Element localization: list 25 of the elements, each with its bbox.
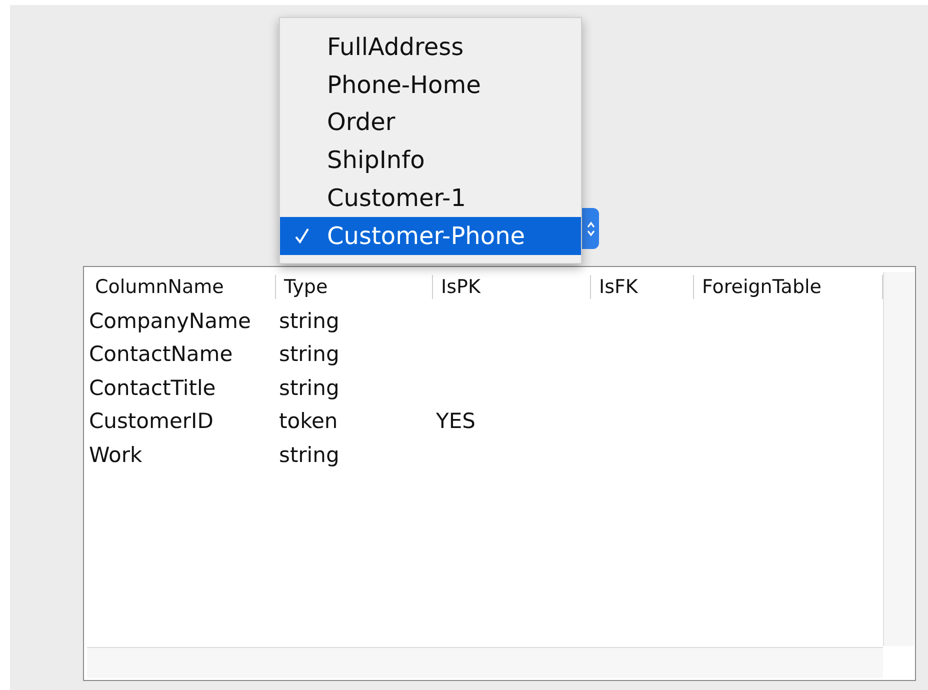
table-cell: CustomerID bbox=[89, 409, 214, 434]
menu-item[interactable]: FullAddress bbox=[280, 28, 581, 66]
menu-item[interactable]: Customer-1 bbox=[280, 179, 581, 217]
table-cell: string bbox=[279, 342, 340, 366]
column-header[interactable]: IsFK bbox=[591, 274, 694, 298]
menu-item[interactable]: Order bbox=[280, 104, 581, 142]
table-cell: ContactName bbox=[89, 342, 233, 366]
menu-item[interactable]: Customer-Phone bbox=[280, 216, 581, 255]
checkmark-icon bbox=[294, 226, 310, 245]
table-cell: string bbox=[279, 442, 340, 467]
table-cell: ContactTitle bbox=[89, 376, 216, 400]
horizontal-scrollbar[interactable] bbox=[87, 647, 883, 678]
table-cell: CompanyName bbox=[89, 308, 251, 333]
column-header[interactable]: Type bbox=[276, 274, 433, 298]
up-down-arrows-icon bbox=[587, 220, 595, 236]
table-cell: token bbox=[279, 409, 338, 434]
table-cell: string bbox=[279, 308, 340, 333]
menu-item[interactable]: Phone-Home bbox=[280, 66, 581, 104]
table-cell: Work bbox=[89, 442, 142, 467]
column-header[interactable]: IsPK bbox=[433, 274, 591, 298]
vertical-scrollbar[interactable] bbox=[883, 272, 914, 646]
table-cell: string bbox=[279, 376, 340, 400]
table-cell: YES bbox=[436, 409, 476, 434]
menu-item[interactable]: ShipInfo bbox=[280, 141, 581, 180]
column-header[interactable]: ColumnName bbox=[87, 274, 276, 298]
